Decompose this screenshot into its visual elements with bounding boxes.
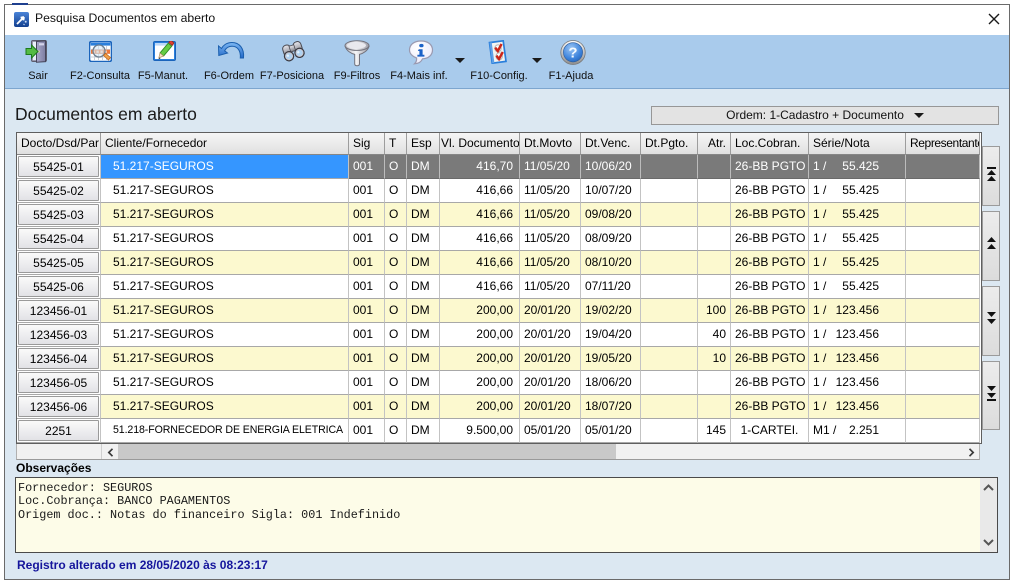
svg-text:?: ? [568,45,577,62]
